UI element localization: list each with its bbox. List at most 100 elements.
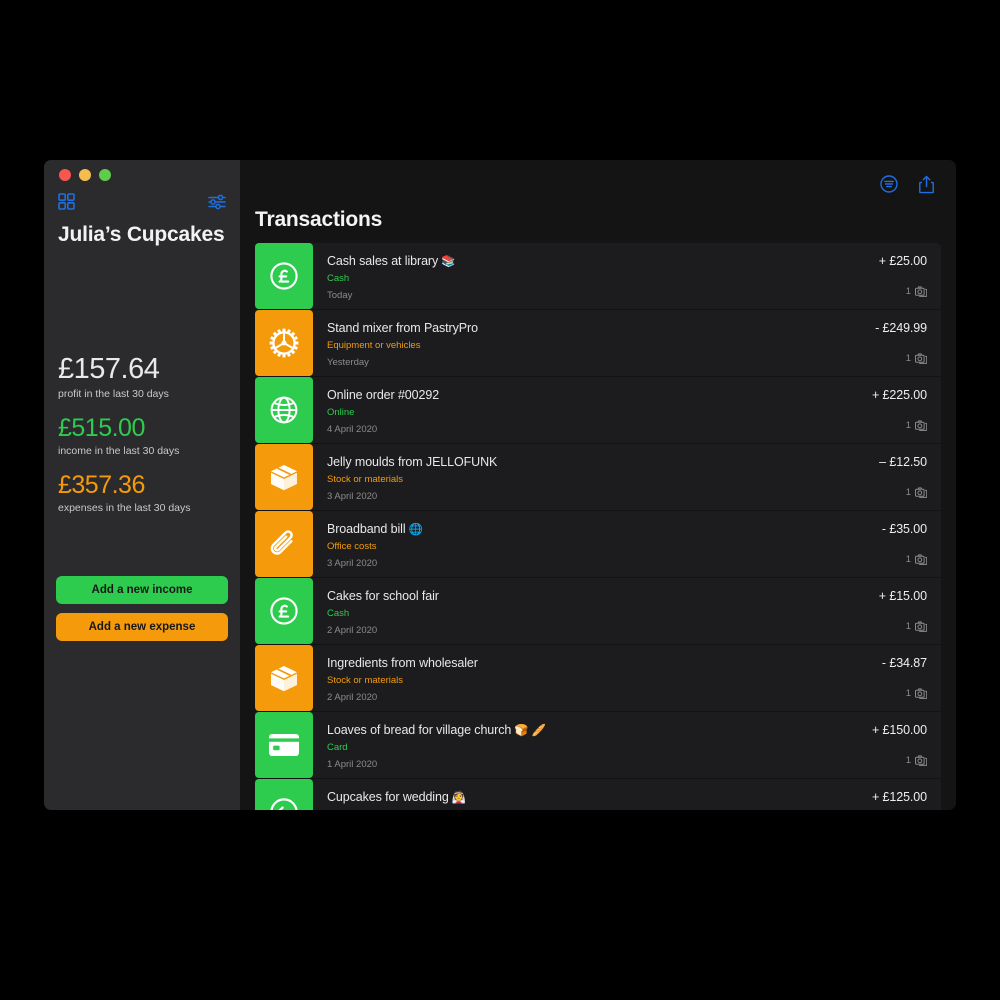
app-window: Julia’s Cupcakes £157.64 profit in the l… <box>44 160 956 810</box>
add-new-income-button[interactable]: Add a new income <box>56 576 228 604</box>
main-toolbar <box>240 160 956 208</box>
camera-icon <box>915 420 927 431</box>
camera-icon <box>915 621 927 632</box>
transaction-amount: - £35.00 <box>881 522 927 536</box>
sidebar-toolbar <box>56 193 228 210</box>
transaction-row[interactable]: Loaves of bread for village church 🍞 🥖 C… <box>255 712 941 779</box>
transactions-list[interactable]: Cash sales at library 📚 Cash Today + £25… <box>240 243 956 810</box>
bank-transfer-icon <box>255 779 313 810</box>
transaction-amount: – £12.50 <box>879 455 927 469</box>
transaction-body: Online order #00292 Online 4 April 2020 <box>313 377 872 443</box>
pound-circle-icon <box>255 578 313 644</box>
transaction-title: Cash sales at library 📚 <box>327 254 456 268</box>
transaction-title: Cakes for school fair <box>327 589 439 603</box>
main-panel: Transactions Cash sales at library 📚 Cas… <box>240 160 956 810</box>
attachment-count: 1 <box>905 420 911 431</box>
transaction-row[interactable]: Cakes for school fair Cash 2 April 2020 … <box>255 578 941 645</box>
transaction-emoji: 🌐 <box>405 524 423 536</box>
transaction-attachments[interactable]: 1 <box>906 487 927 498</box>
transaction-row[interactable]: Cash sales at library 📚 Cash Today + £25… <box>255 243 941 310</box>
attachment-count: 1 <box>905 688 911 699</box>
transaction-emoji: 📚 <box>438 256 456 268</box>
transaction-date: 3 April 2020 <box>327 558 378 569</box>
transaction-body: Cakes for school fair Cash 2 April 2020 <box>313 578 879 644</box>
zoom-window-button[interactable] <box>99 169 111 181</box>
transaction-attachments[interactable]: 1 <box>906 621 927 632</box>
gear-icon <box>255 310 313 376</box>
box-icon <box>255 444 313 510</box>
transaction-category: Cash <box>327 273 350 284</box>
camera-icon <box>915 755 927 766</box>
transaction-row[interactable]: Jelly moulds from JELLOFUNK Stock or mat… <box>255 444 941 511</box>
stat-income-label: income in the last 30 days <box>58 445 180 458</box>
close-window-button[interactable] <box>59 169 71 181</box>
transaction-row[interactable]: Stand mixer from PastryPro Equipment or … <box>255 310 941 377</box>
transaction-title: Loaves of bread for village church 🍞 🥖 <box>327 723 546 737</box>
transaction-category: Office costs <box>327 541 377 552</box>
transaction-attachments[interactable]: 1 <box>906 755 927 766</box>
attachment-count: 1 <box>905 621 911 632</box>
sidebar-stats: £157.64 profit in the last 30 days £515.… <box>56 353 228 514</box>
transaction-emoji: 👰 <box>448 792 467 804</box>
transaction-right: – £12.50 1 <box>879 444 941 510</box>
add-new-expense-button[interactable]: Add a new expense <box>56 613 228 641</box>
attachment-count: 1 <box>905 487 911 498</box>
transaction-right: - £249.99 1 <box>875 310 941 376</box>
attachment-count: 1 <box>905 286 911 297</box>
camera-icon <box>915 487 927 498</box>
attachment-count: 1 <box>905 353 911 364</box>
transaction-attachments[interactable]: 1 <box>906 286 927 297</box>
transaction-row[interactable]: Online order #00292 Online 4 April 2020 … <box>255 377 941 444</box>
stat-profit-label: profit in the last 30 days <box>58 388 169 401</box>
camera-icon <box>915 286 927 297</box>
transaction-date: 1 April 2020 <box>327 759 378 770</box>
filter-circle-icon[interactable] <box>880 175 898 193</box>
paperclip-icon <box>255 511 313 577</box>
camera-icon <box>915 353 927 364</box>
box-icon <box>255 645 313 711</box>
pound-circle-icon <box>255 243 313 309</box>
transaction-right: - £35.00 1 <box>882 511 941 577</box>
stat-profit: £157.64 profit in the last 30 days <box>58 353 226 400</box>
attachment-count: 1 <box>905 554 911 565</box>
transaction-body: Jelly moulds from JELLOFUNK Stock or mat… <box>313 444 879 510</box>
transaction-title: Jelly moulds from JELLOFUNK <box>327 455 498 469</box>
stat-income: £515.00 income in the last 30 days <box>58 414 226 457</box>
transaction-title: Cupcakes for wedding 👰 <box>327 790 467 804</box>
camera-icon <box>915 688 927 699</box>
transaction-row[interactable]: Broadband bill 🌐 Office costs 3 April 20… <box>255 511 941 578</box>
transaction-date: 3 April 2020 <box>327 491 378 502</box>
transaction-body: Ingredients from wholesaler Stock or mat… <box>313 645 882 711</box>
transaction-body: Cupcakes for wedding 👰 Bank transfer <box>313 779 872 810</box>
share-icon[interactable] <box>918 175 935 194</box>
sidebar-actions: Add a new income Add a new expense <box>56 576 228 641</box>
transaction-attachments[interactable]: 1 <box>906 420 927 431</box>
transaction-category: Cash <box>327 608 350 619</box>
card-icon <box>255 712 313 778</box>
transaction-title: Online order #00292 <box>327 388 440 402</box>
minimize-window-button[interactable] <box>79 169 91 181</box>
transaction-row[interactable]: Cupcakes for wedding 👰 Bank transfer + £… <box>255 779 941 810</box>
stat-income-value: £515.00 <box>58 414 145 443</box>
transaction-date: Yesterday <box>327 357 369 368</box>
transaction-body: Loaves of bread for village church 🍞 🥖 C… <box>313 712 872 778</box>
transaction-date: 4 April 2020 <box>327 424 378 435</box>
transaction-right: + £125.00 <box>872 779 941 810</box>
globe-icon <box>255 377 313 443</box>
transaction-emoji: 🍞 🥖 <box>511 725 546 737</box>
transaction-title: Broadband bill 🌐 <box>327 522 423 536</box>
transaction-amount: - £34.87 <box>881 656 927 670</box>
transaction-category: Equipment or vehicles <box>327 340 421 351</box>
transaction-date: Today <box>327 290 353 301</box>
attachment-count: 1 <box>905 755 911 766</box>
sliders-icon[interactable] <box>208 194 226 210</box>
transaction-attachments[interactable]: 1 <box>906 353 927 364</box>
transaction-right: + £225.00 1 <box>872 377 941 443</box>
transaction-attachments[interactable]: 1 <box>906 688 927 699</box>
transaction-attachments[interactable]: 1 <box>906 554 927 565</box>
stat-expenses-value: £357.36 <box>58 471 145 500</box>
traffic-lights <box>56 160 228 181</box>
grid-icon[interactable] <box>58 193 75 210</box>
stat-profit-value: £157.64 <box>58 353 160 385</box>
transaction-row[interactable]: Ingredients from wholesaler Stock or mat… <box>255 645 941 712</box>
